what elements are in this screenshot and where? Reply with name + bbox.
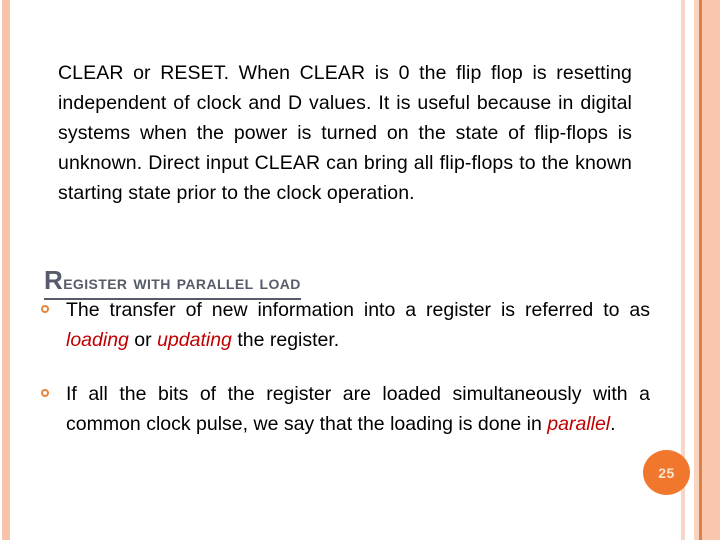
bullet-item: The transfer of new information into a r… <box>38 296 650 355</box>
page-number-badge: 25 <box>643 450 690 495</box>
slide-content: CLEAR or RESET. When CLEAR is 0 the flip… <box>0 0 720 540</box>
section-heading: Register with parallel load <box>44 267 301 300</box>
ring-bullet-icon <box>41 389 49 397</box>
bullet-item: If all the bits of the register are load… <box>38 380 650 439</box>
presentation-slide: CLEAR or RESET. When CLEAR is 0 the flip… <box>0 0 720 540</box>
bullet-list: The transfer of new information into a r… <box>38 296 650 439</box>
intro-paragraph: CLEAR or RESET. When CLEAR is 0 the flip… <box>58 61 632 204</box>
ring-bullet-icon <box>41 305 49 313</box>
bullet-text: The transfer of new information into a r… <box>66 299 650 351</box>
section-heading-text: Register with parallel load <box>44 267 301 300</box>
bullet-text: If all the bits of the register are load… <box>66 383 650 435</box>
page-number-label: 25 <box>658 464 675 481</box>
